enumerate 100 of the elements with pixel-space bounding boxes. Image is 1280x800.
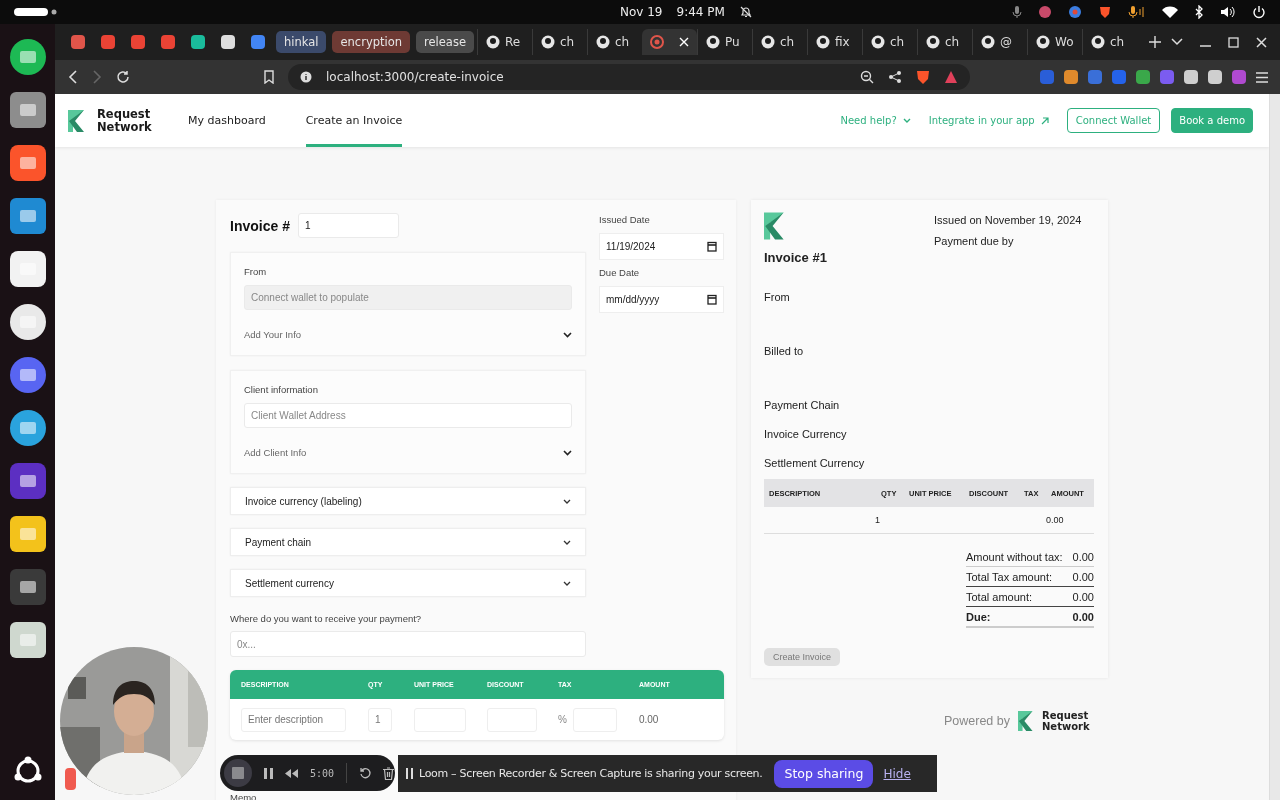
app-icon[interactable] — [9, 463, 46, 499]
lion-icon[interactable] — [916, 69, 930, 85]
power-icon[interactable] — [1252, 5, 1266, 19]
site-icon — [816, 35, 830, 49]
wifi-icon[interactable] — [1162, 6, 1178, 18]
reload-icon[interactable] — [116, 70, 130, 84]
powered-by-text: Powered by — [944, 714, 1010, 728]
bluetooth-icon[interactable] — [1194, 5, 1204, 19]
zoom-out-icon[interactable] — [860, 70, 874, 84]
select-dropdown[interactable]: Settlement currency — [230, 569, 586, 597]
pause-icon[interactable] — [264, 767, 273, 779]
brand-name[interactable]: Request Network — [97, 107, 159, 134]
invoice-number-field[interactable]: 1 — [297, 213, 399, 238]
chevron-down-icon — [902, 117, 911, 124]
new-tab-icon[interactable] — [1149, 36, 1161, 48]
select-dropdown[interactable]: Payment chain — [230, 528, 586, 556]
terminal-icon[interactable] — [9, 569, 46, 605]
trash-icon[interactable] — [383, 766, 395, 780]
site-icon — [1091, 35, 1105, 49]
browser-tab[interactable]: Wo — [1027, 29, 1082, 55]
expand-label[interactable]: Add Client Info — [244, 445, 307, 461]
browser-tab[interactable]: Pu — [697, 29, 752, 55]
calculator-icon[interactable] — [9, 516, 46, 552]
music-app-icon[interactable] — [9, 39, 46, 75]
tab-group-chip[interactable]: encryption — [332, 31, 411, 53]
payment-address-field[interactable]: 0x... — [230, 631, 586, 657]
folder-icon[interactable] — [9, 92, 46, 128]
microphone-icon[interactable] — [1012, 5, 1022, 19]
scrollbar[interactable] — [1269, 94, 1280, 800]
stop-sharing-button[interactable]: Stop sharing — [774, 759, 874, 788]
share-icon[interactable] — [888, 70, 902, 84]
restart-icon[interactable] — [359, 767, 372, 779]
extension-icon[interactable] — [1136, 70, 1150, 84]
field-label: Issued Date — [599, 213, 651, 227]
extension-icon[interactable] — [1208, 70, 1222, 84]
browser-tab[interactable]: @ — [972, 29, 1027, 55]
browser-tab[interactable]: fix — [807, 29, 862, 55]
nav-link[interactable]: Create an Invoice — [305, 94, 403, 147]
extension-icon[interactable] — [1184, 70, 1198, 84]
section-label: Invoice Currency — [764, 428, 848, 442]
tab-group-chip[interactable]: hinkal — [276, 31, 327, 53]
back-icon[interactable] — [68, 70, 78, 84]
field-label: Due Date — [599, 266, 641, 280]
browser-tab[interactable]: ch — [587, 29, 642, 55]
extension-icon[interactable] — [1064, 70, 1078, 84]
pause-icon — [406, 768, 413, 779]
quantity-field[interactable]: 1 — [368, 707, 392, 732]
wallet-address-field[interactable]: Client Wallet Address — [244, 403, 572, 428]
app-icon[interactable] — [9, 251, 46, 287]
browser-tab[interactable] — [642, 29, 697, 55]
field-label: Client information — [244, 383, 319, 397]
time-text[interactable]: 9:44 PM — [676, 5, 725, 19]
bookmark-icon[interactable] — [264, 70, 274, 84]
chevron-down-icon[interactable] — [563, 332, 572, 338]
chat-app-icon[interactable] — [9, 304, 46, 340]
date-text[interactable]: Nov 19 — [620, 5, 663, 19]
invoice-number-label: Invoice # — [230, 217, 290, 234]
description-field[interactable]: Enter description — [241, 707, 346, 732]
browser-tab[interactable]: ch — [532, 29, 587, 55]
lion-icon[interactable] — [9, 145, 46, 181]
expand-label[interactable]: Add Your Info — [244, 327, 302, 343]
select-dropdown[interactable]: Invoice currency (labeling) — [230, 487, 586, 515]
browser-tab[interactable]: ch — [917, 29, 972, 55]
maximize-icon[interactable] — [1228, 36, 1239, 48]
address-bar[interactable]: localhost:3000/create-invoice — [288, 64, 970, 90]
nav-link[interactable]: My dashboard — [188, 94, 266, 147]
chevron-down-icon[interactable] — [563, 450, 572, 456]
menu-icon[interactable] — [1256, 71, 1268, 83]
messenger-icon[interactable] — [9, 410, 46, 446]
microphone-icon[interactable] — [1128, 5, 1146, 19]
chevron-down-icon — [563, 539, 571, 545]
hide-link[interactable]: Hide — [883, 766, 911, 781]
pinned-tab-icon[interactable] — [190, 34, 206, 50]
wallet-address-field[interactable]: Connect wallet to populate — [244, 285, 572, 310]
browser-tab[interactable]: Re — [477, 29, 532, 55]
triangle-icon[interactable] — [944, 70, 958, 84]
site-icon — [871, 35, 885, 49]
volume-icon[interactable] — [1220, 5, 1236, 19]
section-label: Payment Chain — [764, 399, 841, 413]
activities-icon[interactable] — [14, 7, 58, 17]
arrow-up-right-icon — [1040, 116, 1049, 125]
site-icon — [596, 35, 610, 49]
browser-tab[interactable]: ch — [862, 29, 917, 55]
pinned-tab-icon[interactable] — [220, 34, 236, 50]
date-field[interactable]: mm/dd/yyyy — [599, 286, 724, 313]
date-field[interactable]: 11/19/2024 — [599, 233, 724, 260]
rewind-icon[interactable] — [285, 768, 298, 778]
table-cell: 0.00 — [1046, 515, 1064, 525]
code-editor-icon[interactable] — [9, 198, 46, 234]
timer-text: 5:00 — [310, 767, 335, 779]
chat-app-icon[interactable] — [9, 357, 46, 393]
lion-icon[interactable] — [1098, 5, 1112, 19]
browser-tab[interactable]: ch — [752, 29, 807, 55]
recycle-bin-icon[interactable] — [9, 622, 46, 658]
stop-recording-button[interactable] — [224, 759, 252, 787]
url-text: localhost:3000/create-invoice — [326, 70, 505, 84]
close-icon[interactable] — [1256, 36, 1267, 48]
browser-icon[interactable] — [1068, 5, 1082, 19]
browser-tab[interactable]: ch — [1082, 29, 1137, 55]
tab-group-chip[interactable]: release — [416, 31, 474, 53]
